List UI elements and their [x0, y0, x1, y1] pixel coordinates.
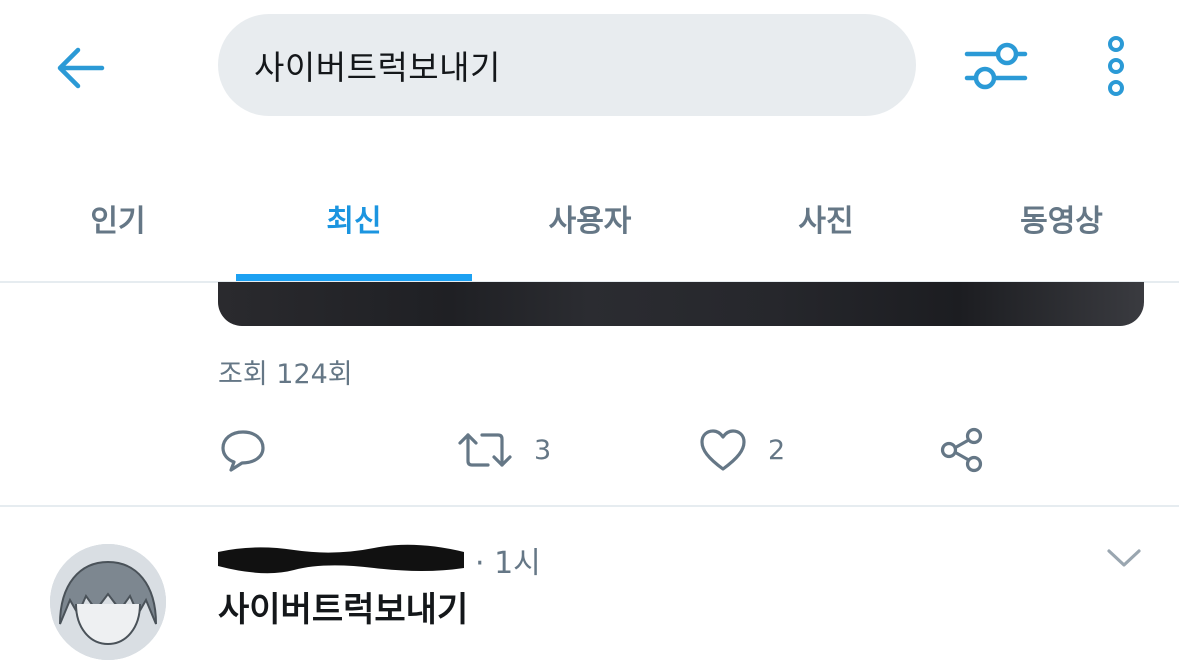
- tab-latest[interactable]: 최신: [236, 170, 472, 280]
- arrow-left-icon: [57, 47, 105, 89]
- speech-bubble-icon: [221, 430, 265, 472]
- tweet-media[interactable]: [218, 282, 1144, 326]
- tab-videos[interactable]: 동영상: [944, 170, 1179, 280]
- heart-icon: [700, 429, 746, 471]
- avatar[interactable]: [50, 544, 166, 660]
- retweet-button[interactable]: 3: [456, 420, 551, 480]
- sliders-icon: [964, 42, 1028, 90]
- tab-popular[interactable]: 인기: [0, 170, 236, 280]
- tab-label: 사진: [798, 204, 854, 239]
- back-button[interactable]: [52, 40, 108, 96]
- active-tab-indicator: [236, 274, 472, 281]
- tweet-text: 사이버트럭보내기: [218, 590, 469, 630]
- search-input[interactable]: 사이버트럭보내기: [218, 14, 916, 116]
- filter-button[interactable]: [958, 34, 1034, 98]
- tab-label: 사용자: [548, 204, 632, 239]
- avatar-image: [50, 544, 166, 660]
- tab-users[interactable]: 사용자: [472, 170, 708, 280]
- reply-button[interactable]: [218, 420, 268, 480]
- vertical-dots-icon: [1108, 36, 1124, 96]
- divider: [0, 505, 1179, 507]
- tweet-timestamp: · 1시: [475, 546, 541, 581]
- chevron-down-icon: [1107, 549, 1141, 567]
- tab-label: 동영상: [1020, 204, 1103, 239]
- search-tabs: 인기 최신 사용자 사진 동영상: [0, 170, 1179, 282]
- retweet-icon: [458, 433, 512, 467]
- share-icon: [940, 427, 983, 473]
- like-count: 2: [768, 434, 786, 466]
- author-name-redacted[interactable]: [214, 538, 469, 578]
- retweet-count: 3: [534, 434, 552, 466]
- tab-label: 최신: [326, 204, 382, 239]
- search-query: 사이버트럭보내기: [254, 48, 501, 87]
- share-button[interactable]: [938, 420, 986, 480]
- tab-label: 인기: [90, 204, 146, 239]
- like-button[interactable]: 2: [698, 420, 785, 480]
- tweet-menu-button[interactable]: [1100, 540, 1148, 576]
- tab-photos[interactable]: 사진: [708, 170, 944, 280]
- view-count: 조회 124회: [218, 359, 353, 390]
- more-options-button[interactable]: [1094, 30, 1138, 102]
